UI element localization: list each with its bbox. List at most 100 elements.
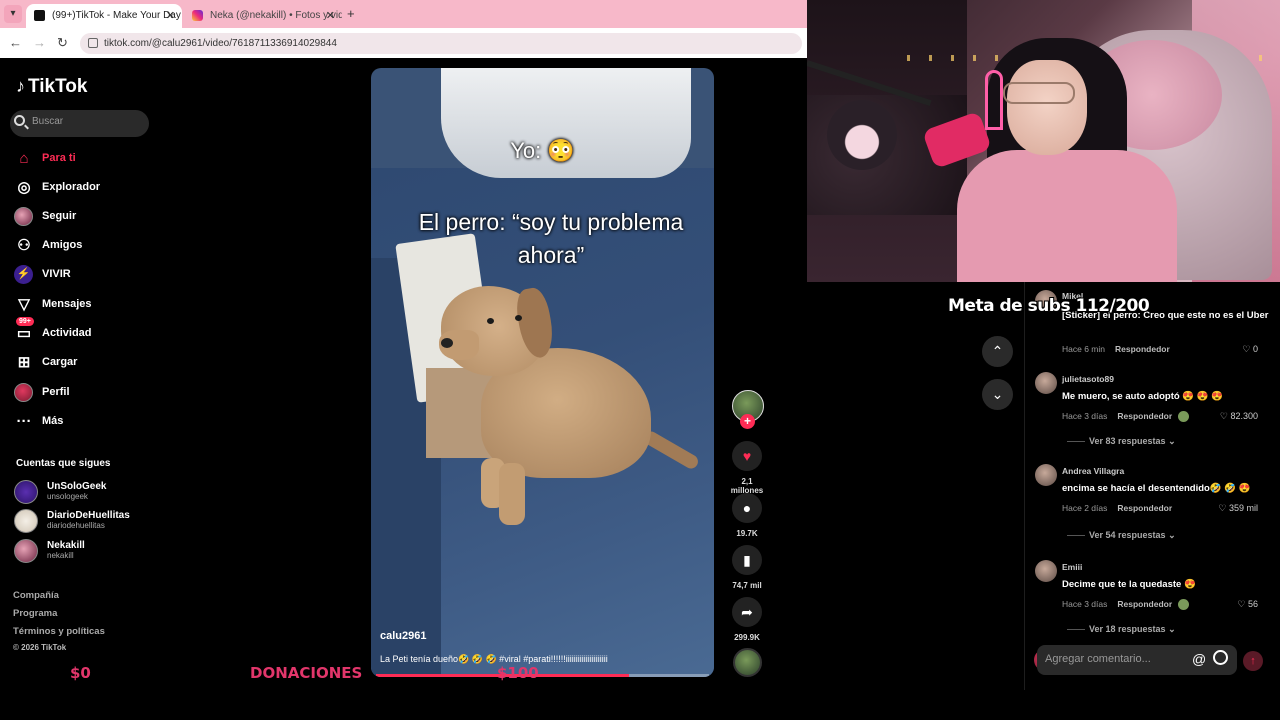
nav-amigos[interactable]: ⚇ Amigos xyxy=(14,234,154,258)
mention-at-icon[interactable]: @ xyxy=(1192,651,1206,667)
footer-link[interactable]: Términos y políticas xyxy=(13,626,105,637)
forward-arrow-icon[interactable]: → xyxy=(33,35,46,50)
follow-plus-icon[interactable]: + xyxy=(740,414,755,429)
following-account[interactable]: UnSoloGeek unsologeek xyxy=(14,479,154,505)
comment-like-count: 0 xyxy=(1252,344,1258,354)
comment-count: 19.7K xyxy=(736,529,758,538)
following-account[interactable]: Nekakill nekakill xyxy=(14,538,154,564)
url-field[interactable]: tiktok.com/@calu2961/video/7618711336914… xyxy=(80,33,802,54)
nav-label: Para ti xyxy=(42,152,76,164)
nav-seguir[interactable]: Seguir xyxy=(14,205,154,229)
comment-input-box[interactable]: @ xyxy=(1037,645,1237,675)
comment-time: Hace 6 min xyxy=(1062,344,1105,354)
url-text: tiktok.com/@calu2961/video/7618711336914… xyxy=(104,38,337,49)
nav-label: Amigos xyxy=(42,239,83,251)
browser-tabbar: ▾ (99+)TikTok - Make Your Day ✕ Neka (@n… xyxy=(0,0,807,28)
save-button[interactable]: ▮ 74,7 mil xyxy=(729,545,765,590)
tab-list-chevron-icon[interactable]: ▾ xyxy=(4,5,22,23)
search-box[interactable] xyxy=(10,110,149,137)
following-account[interactable]: DiarioDeHuellitas diariodehuellitas xyxy=(14,508,154,534)
nav-vivir[interactable]: ⚡ VIVIR xyxy=(14,263,154,287)
view-replies-button[interactable]: Ver 83 respuestas ⌄ xyxy=(1067,436,1176,447)
send-comment-arrow-icon[interactable]: ↑ xyxy=(1243,651,1263,671)
video-username[interactable]: calu2961 xyxy=(380,630,426,642)
comment-like-button[interactable]: ♡ 359 mil xyxy=(1218,503,1258,514)
nav-perfil[interactable]: Perfil xyxy=(14,381,154,405)
view-replies-label: Ver 83 respuestas xyxy=(1089,436,1166,446)
reply-button[interactable]: Respondedor xyxy=(1117,503,1172,513)
comment-like-count: 56 xyxy=(1247,599,1258,609)
share-button[interactable]: ➦ 299.9K xyxy=(729,597,765,642)
nav-label: Mensajes xyxy=(42,298,92,310)
view-replies-button[interactable]: Ver 54 respuestas ⌄ xyxy=(1067,530,1176,541)
avatar[interactable] xyxy=(1035,464,1057,486)
overlay-goal-amount: $100 xyxy=(497,664,539,682)
nav-label: Cargar xyxy=(42,356,78,368)
avatar[interactable] xyxy=(1035,372,1057,394)
search-input[interactable] xyxy=(32,116,142,127)
home-icon: ⌂ xyxy=(19,150,29,167)
comment-like-button[interactable]: ♡ 82.300 xyxy=(1220,411,1258,422)
view-replies-button[interactable]: Ver 18 respuestas ⌄ xyxy=(1067,624,1176,635)
save-count: 74,7 mil xyxy=(732,581,762,590)
nav-para-ti[interactable]: ⌂ Para ti xyxy=(14,147,154,171)
browser-tab-instagram[interactable]: Neka (@nekakill) • Fotos y vide ✕ xyxy=(184,4,342,28)
nav-mensajes[interactable]: ▽ Mensajes xyxy=(14,293,154,317)
next-video-chevron-down-icon[interactable]: ⌄ xyxy=(982,379,1013,410)
inbox-icon: ▭ xyxy=(16,325,32,342)
reload-icon[interactable]: ↻ xyxy=(57,35,68,51)
footer-link[interactable]: Programa xyxy=(13,608,57,619)
comment-meta: Hace 2 días Respondedor xyxy=(1062,503,1172,513)
comment-like-button[interactable]: ♡ 0 xyxy=(1242,344,1258,355)
comment-text: Decime que te la quedaste 😍 xyxy=(1062,579,1196,590)
previous-video-chevron-up-icon[interactable]: ⌃ xyxy=(982,336,1013,367)
video-frame xyxy=(515,315,522,321)
close-icon[interactable]: ✕ xyxy=(326,9,335,22)
music-disc-icon[interactable] xyxy=(733,648,762,677)
send-icon: ▽ xyxy=(18,296,30,313)
reply-button[interactable]: Respondedor xyxy=(1117,411,1172,421)
search-icon xyxy=(14,115,25,126)
overlay-amount-left: $0 xyxy=(70,664,91,682)
webcam-frame xyxy=(1007,60,1087,155)
comment-author[interactable]: Emiii xyxy=(1062,562,1082,572)
webcam-frame xyxy=(827,100,897,170)
video-progress-bar[interactable] xyxy=(376,674,709,677)
comment-input[interactable] xyxy=(1045,653,1165,665)
like-button[interactable]: ♥ 2,1 millones xyxy=(729,441,765,495)
nav-mas[interactable]: ··· Más xyxy=(14,410,154,434)
video-frame xyxy=(487,318,494,324)
comment-like-count: 359 mil xyxy=(1228,503,1258,513)
video-player[interactable]: Yo: 😳 El perro: “soy tu problema ahora” … xyxy=(371,68,714,677)
avatar[interactable] xyxy=(1035,560,1057,582)
footer-link[interactable]: Compañía xyxy=(13,590,59,601)
video-frame xyxy=(441,338,453,348)
comment-button[interactable]: ● 19.7K xyxy=(729,493,765,538)
video-frame xyxy=(499,463,525,525)
nav-explorador[interactable]: ◎ Explorador xyxy=(14,176,154,200)
comment-time: Hace 3 días xyxy=(1062,411,1108,421)
nav-actividad[interactable]: ▭ 99+ Actividad xyxy=(14,317,154,346)
avatar xyxy=(14,539,38,563)
reply-button[interactable]: Respondedor xyxy=(1117,599,1172,609)
browser-tab-tiktok[interactable]: (99+)TikTok - Make Your Day ✕ xyxy=(26,4,182,28)
comment-author[interactable]: julietasoto89 xyxy=(1062,374,1114,384)
back-arrow-icon[interactable]: ← xyxy=(9,35,22,50)
more-icon: ··· xyxy=(16,413,32,430)
close-icon[interactable]: ✕ xyxy=(166,9,175,22)
reply-button[interactable]: Respondedor xyxy=(1115,344,1170,354)
comment-text: encima se hacía el desentendido🤣 🤣 😍 xyxy=(1062,483,1251,494)
site-info-icon[interactable] xyxy=(88,38,98,48)
browser-address-bar: ← → ↻ tiktok.com/@calu2961/video/7618711… xyxy=(0,28,807,58)
tiktok-logo[interactable]: ♪ TikTok xyxy=(16,76,87,98)
comment-author[interactable]: Andrea Villagra xyxy=(1062,466,1124,476)
emoji-icon[interactable] xyxy=(1213,650,1228,665)
account-handle: diariodehuellitas xyxy=(47,521,105,530)
following-section-title: Cuentas que sigues xyxy=(16,458,111,469)
nav-cargar[interactable]: ⊞ Cargar xyxy=(14,351,154,375)
comment-meta: Hace 3 días Respondedor xyxy=(1062,411,1190,423)
new-tab-plus-icon[interactable]: + xyxy=(347,6,355,21)
comment-like-button[interactable]: ♡ 56 xyxy=(1237,599,1258,610)
video-caption-top: Yo: 😳 xyxy=(510,138,575,163)
following-avatar-icon xyxy=(14,207,33,226)
